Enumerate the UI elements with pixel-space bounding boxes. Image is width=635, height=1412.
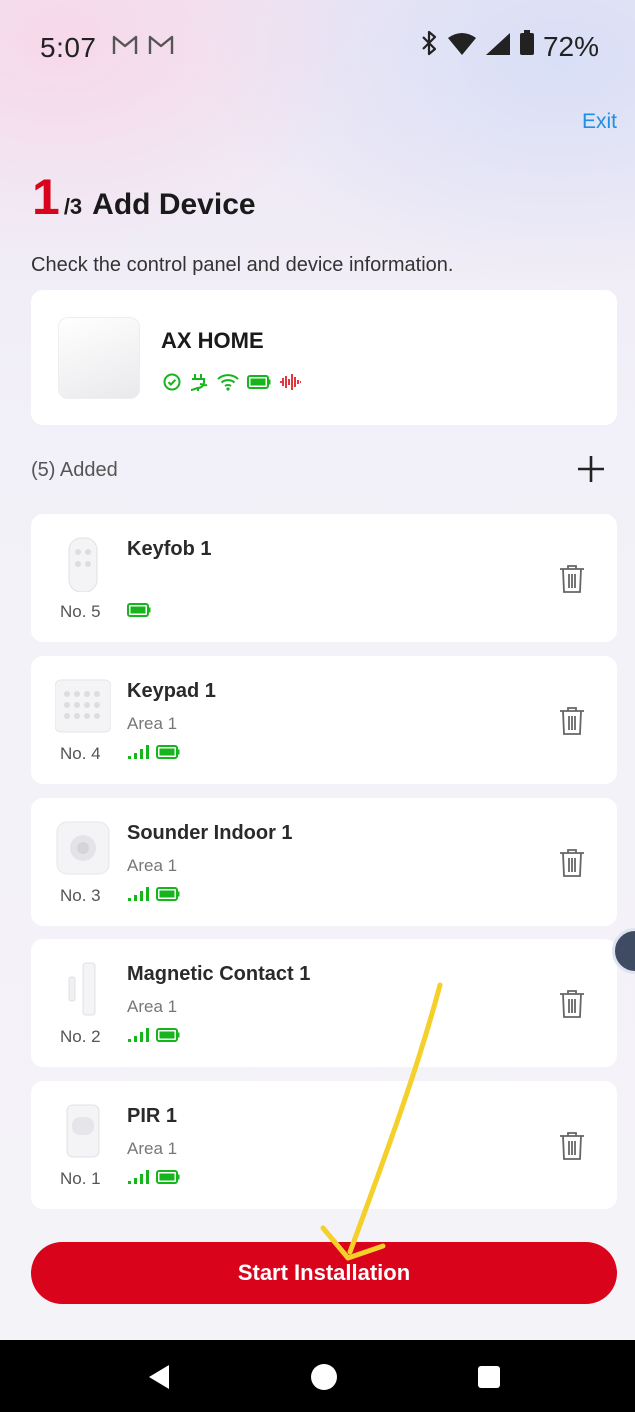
device-number: No. 5 <box>60 602 101 621</box>
control-panel-card[interactable] <box>31 290 617 425</box>
device-name: Magnetic Contact 1 <box>127 963 311 985</box>
trash-icon <box>559 1132 585 1165</box>
recents-icon[interactable] <box>477 1365 501 1394</box>
tamper-alarm-icon <box>279 373 301 396</box>
power-plug-icon <box>189 372 209 397</box>
trash-icon <box>559 565 585 598</box>
control-panel-name: AX HOME <box>161 328 264 353</box>
device-status-icons <box>127 1169 180 1189</box>
device-number: No. 3 <box>60 886 101 905</box>
page-title: 1 /3 Add Device <box>32 172 256 222</box>
status-bar: 5:07 72% <box>0 0 635 95</box>
signal-strength-icon <box>127 1169 151 1190</box>
device-card[interactable]: PIR 1 Area 1 No. 1 <box>31 1081 617 1209</box>
device-status-icons <box>127 1027 180 1047</box>
sounder-image <box>55 820 111 876</box>
step-number: 1 <box>32 169 60 225</box>
wifi-signal-icon <box>217 373 239 396</box>
device-name: Sounder Indoor 1 <box>127 822 293 844</box>
device-status-icons <box>127 602 151 622</box>
back-icon[interactable] <box>147 1364 171 1395</box>
battery-full-icon <box>156 1169 180 1189</box>
check-circle-icon <box>163 373 181 396</box>
status-indicators: 72% <box>419 30 599 63</box>
device-number: No. 1 <box>60 1169 101 1188</box>
status-time: 5:07 <box>40 32 97 63</box>
trash-icon <box>559 707 585 740</box>
device-number: No. 2 <box>60 1027 101 1046</box>
delete-device-button[interactable] <box>559 1131 585 1161</box>
battery-full-icon <box>127 602 151 622</box>
wifi-icon <box>447 31 477 63</box>
device-card[interactable]: Keypad 1 Area 1 No. 4 <box>31 656 617 784</box>
step-total: /3 <box>63 194 83 219</box>
device-area: Area 1 <box>127 856 178 875</box>
trash-icon <box>559 849 585 882</box>
battery-icon <box>519 30 535 63</box>
start-installation-button[interactable]: Start Installation <box>31 1242 617 1304</box>
bluetooth-icon <box>419 30 439 63</box>
battery-full-icon <box>156 744 180 764</box>
battery-percent: 72% <box>542 30 599 62</box>
control-panel-status-icons <box>163 372 301 397</box>
plus-icon <box>574 456 608 490</box>
gmail-icon <box>148 34 174 63</box>
device-name: Keypad 1 <box>127 680 216 702</box>
device-area: Area 1 <box>127 1139 178 1158</box>
device-status-icons <box>127 886 180 906</box>
added-count-label: (5) Added <box>31 459 118 481</box>
device-area: Area 1 <box>127 714 178 733</box>
system-navigation-bar <box>0 1340 635 1412</box>
battery-full-icon <box>156 1027 180 1047</box>
page-subtitle: Check the control panel and device infor… <box>31 254 454 276</box>
device-status-icons <box>127 744 180 764</box>
keypad-image <box>54 678 112 734</box>
delete-device-button[interactable] <box>559 706 585 736</box>
device-card[interactable]: Sounder Indoor 1 Area 1 No. 3 <box>31 798 617 926</box>
exit-link[interactable]: Exit <box>582 110 617 134</box>
control-panel-image <box>58 317 140 399</box>
gmail-icon <box>112 34 138 63</box>
magnetic-contact-image <box>55 961 111 1017</box>
battery-full-icon <box>247 375 271 394</box>
device-name: Keyfob 1 <box>127 538 212 560</box>
pir-sensor-image <box>55 1103 111 1159</box>
device-card[interactable]: Magnetic Contact 1 Area 1 No. 2 <box>31 939 617 1067</box>
device-area: Area 1 <box>127 997 178 1016</box>
device-card[interactable]: Keyfob 1 No. 5 <box>31 514 617 642</box>
device-number: No. 4 <box>60 744 101 763</box>
delete-device-button[interactable] <box>559 989 585 1019</box>
signal-strength-icon <box>127 886 151 907</box>
keyfob-image <box>55 536 111 593</box>
delete-device-button[interactable] <box>559 564 585 594</box>
delete-device-button[interactable] <box>559 848 585 878</box>
signal-strength-icon <box>127 1027 151 1048</box>
signal-strength-icon <box>127 744 151 765</box>
title-text: Add Device <box>92 188 256 221</box>
home-icon[interactable] <box>310 1363 338 1396</box>
battery-full-icon <box>156 886 180 906</box>
cell-signal-icon <box>485 31 511 63</box>
trash-icon <box>559 990 585 1023</box>
device-name: PIR 1 <box>127 1105 178 1127</box>
add-device-button[interactable] <box>574 452 608 486</box>
